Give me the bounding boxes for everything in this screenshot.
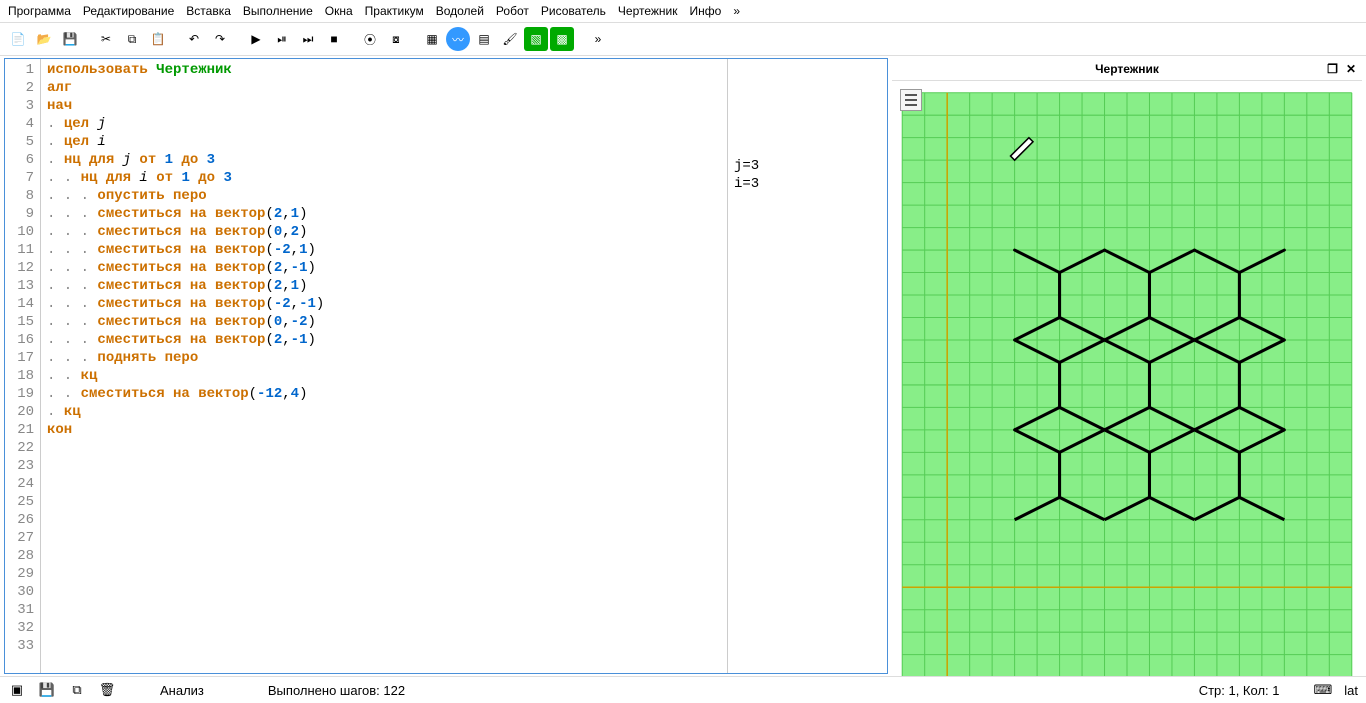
save-file-icon[interactable]: 💾 — [58, 27, 82, 51]
copy-icon[interactable]: ⧉ — [68, 681, 86, 699]
paste-icon[interactable]: 📋 — [146, 27, 170, 51]
variable-watch: j=3i=3 — [727, 59, 887, 673]
canvas-menu-icon[interactable] — [900, 89, 922, 111]
main-area: 1234567891011121314151617181920212223242… — [0, 56, 1366, 676]
menu-вставка[interactable]: Вставка — [186, 4, 231, 18]
statusbar: ▣ 💾 ⧉ 🗑 Анализ Выполнено шагов: 122 Стр:… — [0, 676, 1366, 703]
menu-окна[interactable]: Окна — [325, 4, 353, 18]
undo-icon[interactable]: ↶ — [182, 27, 206, 51]
menu-инфо[interactable]: Инфо — [690, 4, 722, 18]
trace-icon[interactable]: ⧇ — [384, 27, 408, 51]
window1-icon[interactable]: ▦ — [420, 27, 444, 51]
menu-программа[interactable]: Программа — [8, 4, 71, 18]
menu-»[interactable]: » — [733, 4, 740, 18]
line-gutter: 1234567891011121314151617181920212223242… — [5, 59, 41, 673]
grid-icon[interactable]: ▤ — [472, 27, 496, 51]
cut-icon[interactable]: ✂ — [94, 27, 118, 51]
code-editor[interactable]: использовать Чертежникалгнач. цел j. цел… — [41, 59, 727, 673]
status-position: Стр: 1, Кол: 1 — [1199, 683, 1280, 698]
menu-водолей[interactable]: Водолей — [436, 4, 484, 18]
drafter-canvas-wrap — [892, 81, 1362, 676]
console-icon[interactable]: ▣ — [8, 681, 26, 699]
clear-icon[interactable]: 🗑 — [98, 681, 116, 699]
close-icon[interactable]: ✕ — [1346, 62, 1356, 76]
run-step-icon[interactable]: ⏯ — [270, 27, 294, 51]
more-icon[interactable]: » — [586, 27, 610, 51]
new-file-icon[interactable]: 📄 — [6, 27, 30, 51]
editor-area: 1234567891011121314151617181920212223242… — [4, 58, 888, 674]
green1-icon[interactable]: ▧ — [524, 27, 548, 51]
open-file-icon[interactable]: 📂 — [32, 27, 56, 51]
green2-icon[interactable]: ▩ — [550, 27, 574, 51]
status-steps: Выполнено шагов: 122 — [268, 683, 405, 698]
save-icon[interactable]: 💾 — [38, 681, 56, 699]
menu-выполнение[interactable]: Выполнение — [243, 4, 313, 18]
run-icon[interactable]: ▶ — [244, 27, 268, 51]
menu-робот[interactable]: Робот — [496, 4, 529, 18]
drafter-canvas[interactable] — [892, 81, 1362, 676]
menu-практикум[interactable]: Практикум — [365, 4, 424, 18]
redo-icon[interactable]: ↷ — [208, 27, 232, 51]
menubar: Программа Редактирование Вставка Выполнение… — [0, 0, 1366, 23]
drafter-header: Чертежник ❐ ✕ — [892, 58, 1362, 81]
menu-рисователь[interactable]: Рисователь — [541, 4, 606, 18]
breakpoint-icon[interactable]: ⦿ — [358, 27, 382, 51]
status-analysis[interactable]: Анализ — [160, 683, 204, 698]
drafter-panel: Чертежник ❐ ✕ — [892, 58, 1362, 674]
brush-icon[interactable]: 🖌 — [498, 27, 522, 51]
toolbar: 📄📂💾 ✂⧉📋 ↶↷ ▶⏯⏭■ ⦿⧇ ▦〰▤🖌▧▩ » — [0, 23, 1366, 56]
menu-чертежник[interactable]: Чертежник — [618, 4, 678, 18]
wave-icon[interactable]: 〰 — [446, 27, 470, 51]
maximize-icon[interactable]: ❐ — [1327, 62, 1338, 76]
step-over-icon[interactable]: ⏭ — [296, 27, 320, 51]
status-layout: lat — [1344, 683, 1358, 698]
menu-редактирование[interactable]: Редактирование — [83, 4, 174, 18]
stop-icon[interactable]: ■ — [322, 27, 346, 51]
keyboard-icon[interactable]: ⌨ — [1314, 682, 1333, 698]
drafter-title: Чертежник — [1095, 62, 1159, 76]
copy-icon[interactable]: ⧉ — [120, 27, 144, 51]
